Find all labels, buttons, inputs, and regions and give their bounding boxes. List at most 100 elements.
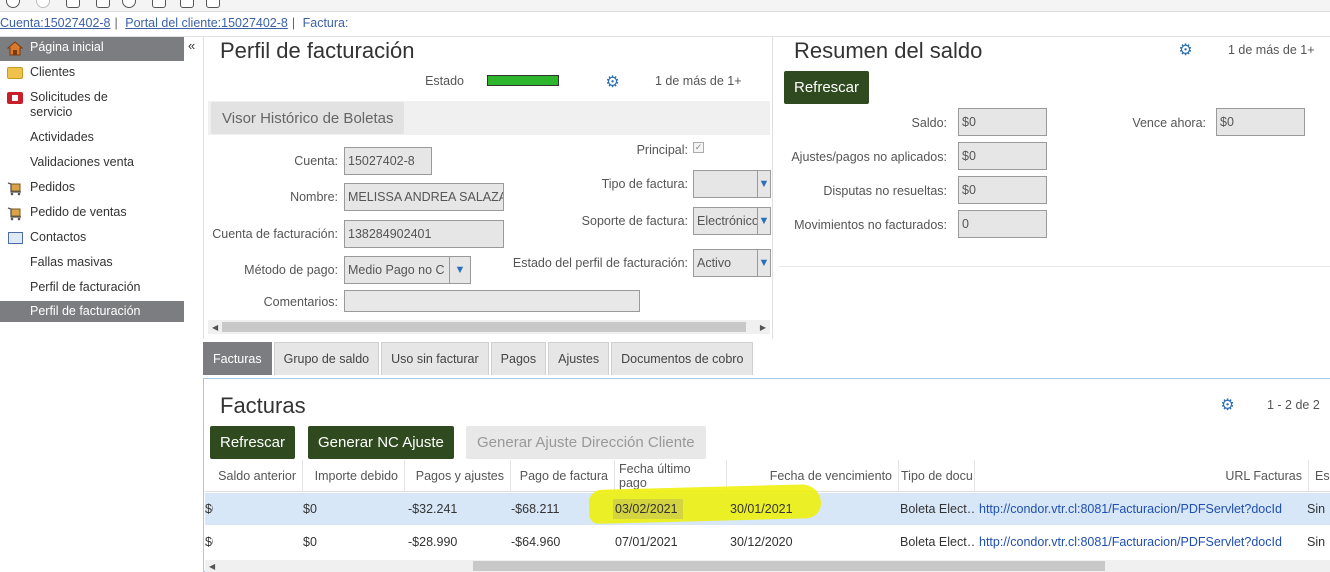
tab-pagos[interactable]: Pagos — [490, 342, 547, 375]
sidebar-item-perfil-facturacion-active[interactable]: Perfil de facturación — [0, 301, 184, 322]
scrollbar-thumb[interactable] — [473, 561, 1105, 571]
col-importe-debido[interactable]: Importe debido — [303, 460, 405, 492]
chevron-down-icon[interactable]: ▼ — [757, 170, 771, 198]
sidebar-item-actividades[interactable]: Actividades — [0, 126, 184, 151]
col-url-facturas[interactable]: URL Facturas — [975, 460, 1309, 492]
facturas-title: Facturas — [220, 393, 306, 418]
sidebar-item-label: Solicitudes de servicio — [30, 90, 108, 119]
copy-icon[interactable] — [96, 0, 110, 8]
sidebar-item-fallas[interactable]: Fallas masivas — [0, 251, 184, 276]
saldo-field[interactable]: $0 — [958, 108, 1047, 136]
cell-saldo-anterior: $0 — [205, 535, 213, 549]
list-icon[interactable] — [152, 0, 166, 8]
resumen-refresh-button[interactable]: Refrescar — [784, 71, 870, 104]
cell-pagos-ajustes: -$32.241 — [408, 502, 458, 516]
col-pago-factura[interactable]: Pago de factura — [511, 460, 615, 492]
sidebar-item-pagina-inicial[interactable]: Página inicial — [0, 36, 184, 61]
metodo-pago-label: Método de pago: — [244, 263, 338, 277]
col-saldo-anterior[interactable]: Saldo anterior — [205, 460, 303, 492]
save-icon[interactable] — [66, 0, 80, 8]
scroll-left-icon[interactable]: ◀ — [209, 562, 215, 571]
estado-perfil-select[interactable]: Activo — [693, 249, 759, 277]
sales-cart-icon — [6, 205, 24, 221]
vence-field[interactable]: $0 — [1216, 108, 1305, 136]
tab-uso-sin-facturar[interactable]: Uso sin facturar — [381, 342, 489, 375]
cell-tipo-documento: Boleta Elect… — [900, 535, 976, 549]
estado-indicator — [487, 75, 559, 86]
document-icon[interactable] — [180, 0, 194, 8]
circle-icon[interactable] — [36, 0, 50, 8]
resumen-title: Resumen del saldo — [794, 38, 983, 63]
toolbox-icon — [6, 90, 24, 106]
gear-icon[interactable]: ⚙ — [1178, 43, 1193, 59]
tab-documentos-cobro[interactable]: Documentos de cobro — [611, 342, 754, 375]
comentarios-textarea[interactable] — [344, 290, 640, 312]
sidebar-item-perfil-facturacion[interactable]: Perfil de facturación — [0, 276, 184, 301]
tab-grupo-saldo[interactable]: Grupo de saldo — [273, 342, 380, 375]
sidebar-collapse-button[interactable]: « — [188, 38, 195, 53]
breadcrumb-account-link[interactable]: Cuenta:15027402-8 — [0, 16, 111, 30]
cuenta-label: Cuenta: — [294, 154, 338, 168]
sidebar-item-label: Actividades — [30, 130, 94, 144]
cuenta-facturacion-field[interactable]: 138284902401 — [344, 220, 504, 248]
facturas-refresh-button[interactable]: Refrescar — [210, 426, 296, 459]
sidebar-item-solicitudes[interactable]: Solicitudes de servicio — [0, 86, 184, 126]
chevron-down-icon[interactable]: ▼ — [757, 249, 771, 277]
movimientos-label: Movimientos no facturados: — [794, 218, 947, 232]
gear-icon[interactable]: ⚙ — [1220, 398, 1235, 414]
scroll-right-icon[interactable]: ▶ — [760, 323, 766, 332]
movimientos-field[interactable]: 0 — [958, 210, 1047, 238]
scrollbar-thumb[interactable] — [222, 322, 746, 332]
estado-label: Estado — [425, 74, 464, 88]
sidebar-item-pedidos[interactable]: Pedidos — [0, 176, 184, 201]
vence-label: Vence ahora: — [1132, 116, 1206, 130]
chevron-down-icon[interactable]: ▼ — [449, 256, 471, 284]
col-pagos-ajustes[interactable]: Pagos y ajustes — [405, 460, 511, 492]
sidebar-item-label: Perfil de facturación — [30, 280, 141, 294]
facturas-pager: 1 - 2 de 2 — [1267, 398, 1320, 412]
cell-saldo-anterior: $0 — [205, 502, 213, 516]
order-cart-icon — [6, 180, 24, 196]
breadcrumb-portal-link[interactable]: Portal del cliente:15027402-8 — [125, 16, 288, 30]
sidebar-item-contactos[interactable]: Contactos — [0, 226, 184, 251]
link-icon[interactable] — [122, 0, 136, 8]
tipo-factura-select[interactable] — [693, 170, 759, 198]
tab-ajustes[interactable]: Ajustes — [548, 342, 610, 375]
table-row[interactable]: $0 $0 -$32.241 -$68.211 03/02/2021 30/01… — [205, 483, 1330, 525]
search-icon[interactable] — [6, 0, 20, 8]
generar-nc-ajuste-button[interactable]: Generar NC Ajuste — [308, 426, 454, 459]
cuenta-field[interactable]: 15027402-8 — [344, 147, 432, 175]
estado-perfil-label: Estado del perfil de facturación: — [512, 256, 688, 270]
home-icon — [6, 40, 24, 56]
table-row[interactable]: $0 $0 -$28.990 -$64.960 07/01/2021 30/12… — [205, 526, 1330, 558]
sidebar-item-pedido-ventas[interactable]: Pedido de ventas — [0, 201, 184, 226]
metodo-pago-select[interactable]: Medio Pago no C — [344, 256, 450, 284]
cuenta-facturacion-label: Cuenta de facturación: — [212, 227, 338, 241]
chevron-down-icon[interactable]: ▼ — [757, 207, 771, 235]
sidebar-item-validaciones[interactable]: Validaciones venta — [0, 151, 184, 176]
soporte-factura-select[interactable]: Electrónico — [693, 207, 759, 235]
cell-pago-factura: -$64.960 — [511, 535, 561, 549]
disputas-field[interactable]: $0 — [958, 176, 1047, 204]
chart-icon[interactable] — [206, 0, 220, 8]
scroll-left-icon[interactable]: ◀ — [212, 323, 218, 332]
col-estado[interactable]: Es — [1309, 460, 1330, 492]
principal-label: Principal: — [636, 143, 688, 157]
tab-facturas[interactable]: Facturas — [203, 342, 272, 375]
cell-url-factura-link[interactable]: http://condor.vtr.cl:8081/Facturacion/PD… — [979, 493, 1307, 525]
perfil-scrollbar[interactable]: ◀ ▶ — [208, 320, 770, 334]
ajustes-field[interactable]: $0 — [958, 142, 1047, 170]
visor-historico-button[interactable]: Visor Histórico de Boletas — [211, 102, 405, 134]
nombre-field[interactable]: MELISSA ANDREA SALAZA — [344, 183, 504, 211]
facturas-scrollbar[interactable]: ◀ — [205, 560, 1330, 572]
cell-estado: Sin — [1307, 535, 1326, 549]
generar-ajuste-direccion-button[interactable]: Generar Ajuste Dirección Cliente — [466, 426, 706, 459]
col-tipo-documento[interactable]: Tipo de docu — [899, 460, 975, 492]
disputas-label: Disputas no resueltas: — [823, 184, 947, 198]
sidebar-item-clientes[interactable]: Clientes — [0, 61, 184, 86]
cell-fecha-ultimo-pago[interactable]: 03/02/2021 — [615, 493, 678, 525]
cell-url-factura-link[interactable]: http://condor.vtr.cl:8081/Facturacion/PD… — [979, 526, 1307, 558]
cell-importe-debido: $0 — [303, 502, 317, 516]
principal-checkbox[interactable]: ✓ — [693, 142, 704, 153]
gear-icon[interactable]: ⚙ — [605, 75, 620, 91]
